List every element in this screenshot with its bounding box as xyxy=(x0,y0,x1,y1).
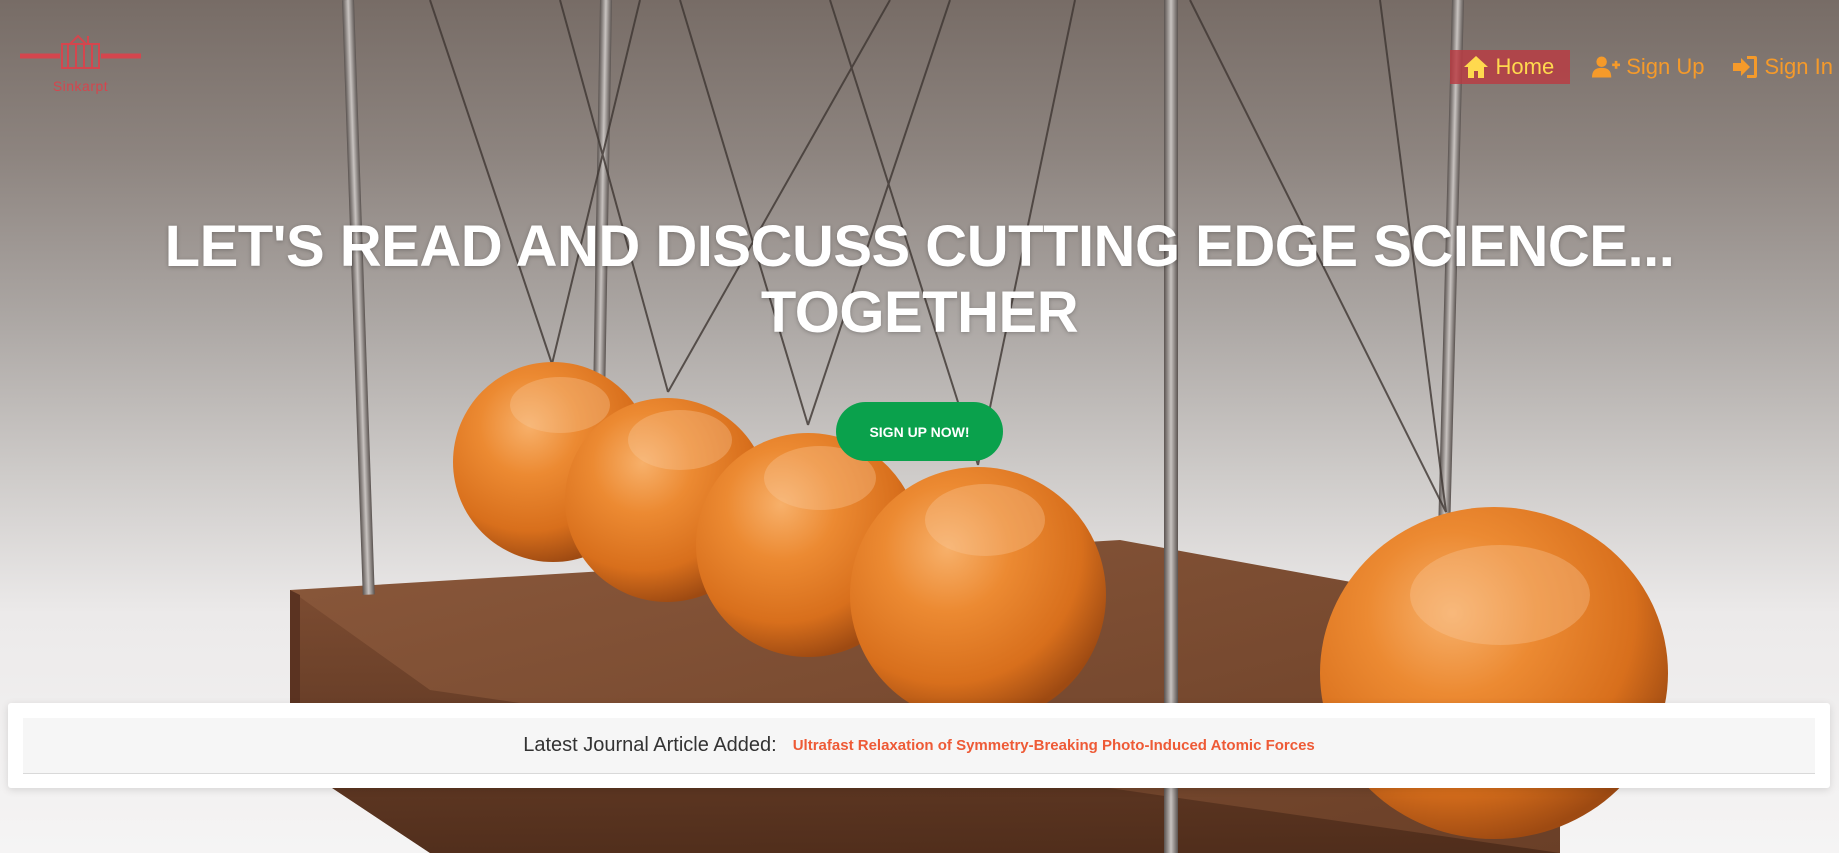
site-logo[interactable]: Sinkarpt xyxy=(18,32,143,102)
logo-caption: Sinkarpt xyxy=(52,78,109,94)
sign-up-now-button[interactable]: SIGN UP NOW! xyxy=(836,402,1003,461)
sign-in-icon xyxy=(1732,56,1757,78)
logo-mark-icon xyxy=(20,34,141,69)
nav-home-label: Home xyxy=(1495,54,1555,79)
nav-sign-in-label: Sign In xyxy=(1764,54,1834,79)
latest-article-label: Latest Journal Article Added: xyxy=(523,734,777,756)
nav-sign-up-label: Sign Up xyxy=(1626,54,1705,79)
headline-line-1: LET'S READ AND DISCUSS CUTTING EDGE SCIE… xyxy=(164,214,1675,279)
headline-line-2: TOGETHER xyxy=(760,280,1079,345)
main-nav: Home Sign Up Sign In xyxy=(1449,50,1839,84)
latest-article-panel: Latest Journal Article Added: Ultrafast … xyxy=(8,703,1830,788)
home-icon xyxy=(1463,56,1488,78)
latest-article-bar: Latest Journal Article Added: Ultrafast … xyxy=(23,718,1815,774)
nav-sign-up[interactable]: Sign Up xyxy=(1576,50,1714,84)
latest-article-link[interactable]: Ultrafast Relaxation of Symmetry-Breakin… xyxy=(793,737,1315,754)
user-plus-icon xyxy=(1592,56,1621,78)
nav-home[interactable]: Home xyxy=(1449,50,1571,84)
hero-headline: LET'S READ AND DISCUSS CUTTING EDGE SCIE… xyxy=(0,214,1839,346)
nav-sign-in[interactable]: Sign In xyxy=(1715,50,1839,84)
hero-section: Sinkarpt Home Sign Up Sign In LET'S READ… xyxy=(0,0,1839,853)
